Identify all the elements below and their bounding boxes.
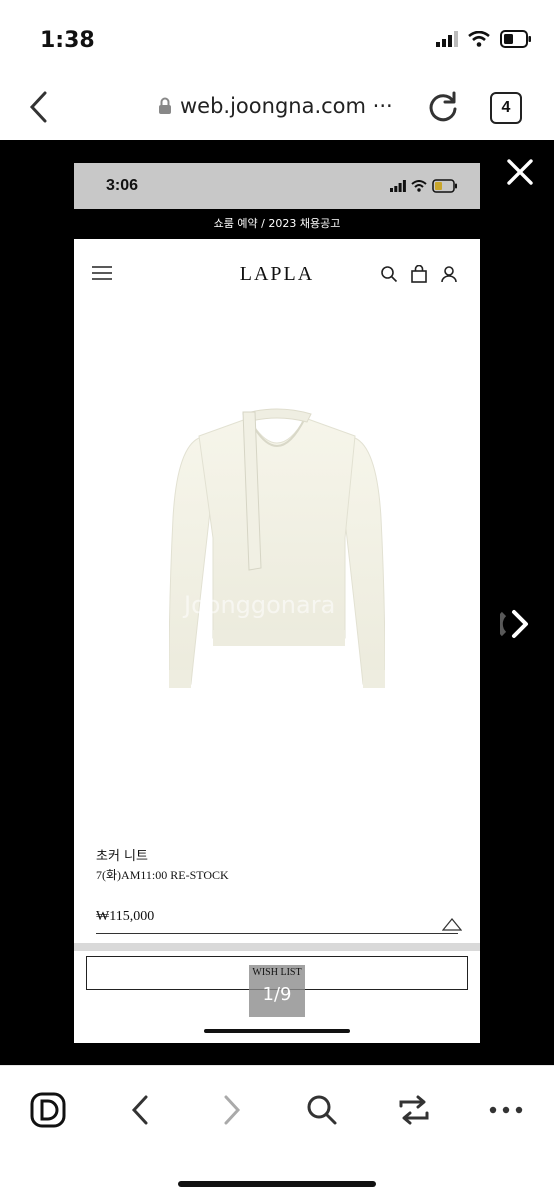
image-viewer: 3:06 쇼룸 예약 / 2023 채용공고 LAPLA Joonggonara… — [0, 140, 554, 1065]
site-header: LAPLA — [74, 239, 480, 309]
header-icons — [380, 265, 458, 283]
search-icon[interactable] — [304, 1092, 340, 1128]
restock-note: 7(화)AM11:00 RE-STOCK — [96, 868, 229, 882]
shopping-bag-icon[interactable] — [410, 265, 428, 283]
home-indicator — [178, 1181, 376, 1187]
search-icon[interactable] — [380, 265, 398, 283]
share-swap-icon[interactable] — [396, 1092, 432, 1128]
product-name: 초커 니트 — [96, 849, 148, 864]
inner-status-bar: 3:06 — [74, 163, 480, 209]
address-field[interactable]: web.joongna.com ··· — [158, 94, 393, 118]
back-chevron-icon[interactable] — [28, 90, 48, 129]
expand-caret-icon[interactable] — [441, 917, 463, 936]
inner-wifi-icon — [411, 180, 427, 192]
forward-icon[interactable] — [214, 1092, 250, 1128]
watermark: Joonggonara — [184, 591, 336, 619]
inner-status-icons — [390, 179, 458, 193]
section-divider — [74, 943, 480, 951]
url-text: web.joongna.com ··· — [180, 94, 393, 118]
status-bar: 1:38 — [0, 0, 554, 80]
wish-list-label: WISH LIST — [252, 967, 302, 978]
reload-icon[interactable] — [426, 90, 460, 129]
price-underline — [96, 933, 458, 934]
signal-icon — [436, 31, 458, 47]
next-image-chevron-icon[interactable] — [496, 602, 544, 646]
back-icon[interactable] — [122, 1092, 158, 1128]
wifi-icon — [468, 31, 490, 47]
status-time: 1:38 — [40, 28, 95, 53]
browser-toolbar — [0, 1065, 554, 1200]
inner-status-time: 3:06 — [106, 177, 139, 194]
inner-battery-icon — [432, 179, 457, 193]
user-icon[interactable] — [440, 265, 458, 283]
product-image[interactable] — [169, 408, 385, 703]
duckduckgo-d-icon[interactable] — [30, 1092, 66, 1128]
page-counter: 1/9 — [262, 984, 292, 1005]
product-price: ₩115,000 — [96, 909, 155, 924]
close-icon[interactable] — [506, 158, 534, 191]
status-icons — [436, 30, 532, 48]
product-screenshot: 3:06 쇼룸 예약 / 2023 채용공고 LAPLA Joonggonara… — [74, 163, 480, 1043]
battery-icon — [500, 30, 531, 48]
inner-signal-icon — [390, 180, 406, 192]
lock-icon — [159, 97, 171, 114]
tabs-button[interactable]: 4 — [490, 92, 522, 124]
top-banner[interactable]: 쇼룸 예약 / 2023 채용공고 — [74, 209, 480, 239]
inner-home-indicator — [204, 1029, 350, 1033]
browser-url-bar: web.joongna.com ··· 4 — [0, 80, 554, 138]
more-icon[interactable] — [488, 1092, 524, 1128]
image-pager: WISH LIST 1/9 — [249, 965, 305, 1017]
